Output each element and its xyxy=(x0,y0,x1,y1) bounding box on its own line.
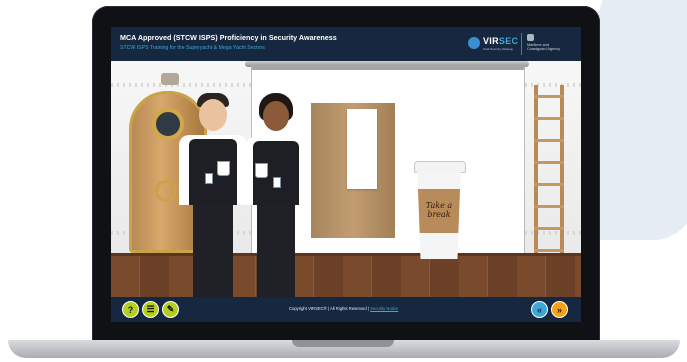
cup-text: Take a break xyxy=(425,201,453,219)
pencil-icon: ✎ xyxy=(166,304,175,314)
logo-tagline: Total Security Strategy xyxy=(483,47,514,51)
female-crew-character xyxy=(241,91,311,297)
logo-wordmark: VIRSEC xyxy=(483,36,519,46)
footer-bar: ? ☰ ✎ Copyright VIRSEC® | All Rights Res… xyxy=(111,297,581,322)
next-button[interactable]: » xyxy=(551,301,568,318)
course-subtitle: STCW ISPS Training for the Superyacht & … xyxy=(120,45,265,51)
coffee-cup: Take a break xyxy=(414,161,466,259)
bag-label xyxy=(347,109,377,189)
virsec-logo: VIRSEC Total Security Strategy xyxy=(468,35,519,53)
back-button[interactable]: « xyxy=(531,301,548,318)
menu-button[interactable]: ☰ xyxy=(142,301,159,318)
menu-list-icon: ☰ xyxy=(146,304,155,314)
chevron-right-icon: » xyxy=(556,304,562,315)
door-sign xyxy=(161,73,179,85)
id-badge xyxy=(205,173,213,184)
header-bar: MCA Approved (STCW ISPS) Proficiency in … xyxy=(111,27,581,61)
help-button[interactable]: ? xyxy=(122,301,139,318)
course-title: MCA Approved (STCW ISPS) Proficiency in … xyxy=(120,33,337,42)
help-icon: ? xyxy=(127,304,134,315)
chevron-left-icon: « xyxy=(536,304,542,315)
laptop-notch xyxy=(292,340,394,347)
id-badge xyxy=(273,177,281,188)
coffee-mug xyxy=(217,161,230,176)
security-notice-link[interactable]: Security Notice xyxy=(370,306,398,311)
ladder xyxy=(534,85,564,257)
course-player: MCA Approved (STCW ISPS) Proficiency in … xyxy=(111,27,581,322)
copyright-text: Copyright VIRSEC® | All Rights Reserved … xyxy=(289,306,399,311)
crest-icon xyxy=(527,34,534,41)
coffee-mug xyxy=(255,163,268,178)
notes-button[interactable]: ✎ xyxy=(162,301,179,318)
slide-scene: Take a break xyxy=(111,61,581,297)
mca-logo: Maritime and Coastguard Agency xyxy=(521,33,576,55)
agency-name: Maritime and Coastguard Agency xyxy=(527,43,561,52)
logo-icon xyxy=(468,37,480,49)
